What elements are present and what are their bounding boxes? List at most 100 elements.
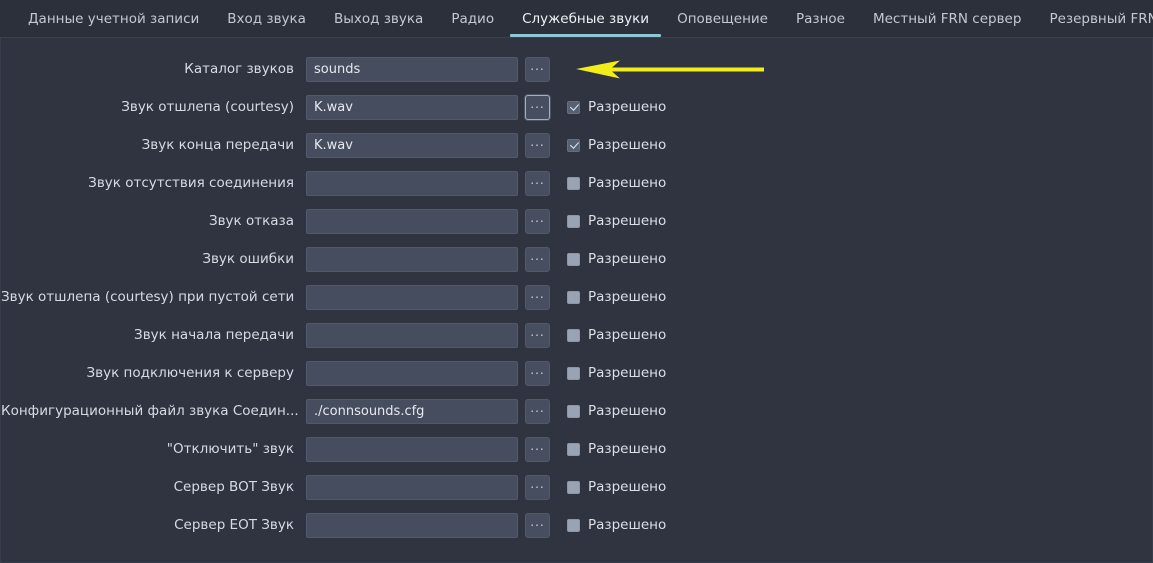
enabled-checkbox[interactable]: Разрешено	[567, 175, 666, 191]
tab-4[interactable]: Служебные звуки	[508, 0, 663, 37]
checkbox-unchecked-icon[interactable]	[567, 177, 580, 190]
form-row: Звук отшлепа (courtesy) при пустой сети.…	[1, 278, 1153, 316]
browse-button[interactable]: ...	[525, 323, 550, 348]
browse-button[interactable]: ...	[525, 95, 550, 120]
browse-button[interactable]: ...	[525, 133, 550, 158]
ellipsis-icon: ...	[530, 442, 544, 450]
path-input[interactable]: K.wav	[306, 133, 518, 158]
checkbox-label: Разрешено	[588, 99, 666, 115]
checkbox-label: Разрешено	[588, 175, 666, 191]
ellipsis-icon: ...	[530, 214, 544, 222]
browse-button[interactable]: ...	[525, 437, 550, 462]
tab-label: Радио	[451, 11, 494, 27]
tab-8[interactable]: Резервный FRN сервер	[1035, 0, 1153, 37]
browse-button[interactable]: ...	[525, 209, 550, 234]
checkbox-unchecked-icon[interactable]	[567, 443, 580, 456]
checkbox-checked-icon[interactable]	[567, 101, 580, 114]
tab-label: Вход звука	[227, 11, 306, 27]
checkbox-label: Разрешено	[588, 365, 666, 381]
enabled-checkbox[interactable]: Разрешено	[567, 251, 666, 267]
row-label: Звук ошибки	[1, 251, 306, 267]
browse-button[interactable]: ...	[525, 361, 550, 386]
tab-2[interactable]: Выход звука	[320, 0, 437, 37]
checkbox-checked-icon[interactable]	[567, 139, 580, 152]
checkbox-label: Разрешено	[588, 327, 666, 343]
row-label: Звук начала передачи	[1, 327, 306, 343]
tab-3[interactable]: Радио	[437, 0, 508, 37]
path-input[interactable]	[306, 361, 518, 386]
checkbox-unchecked-icon[interactable]	[567, 291, 580, 304]
enabled-checkbox[interactable]: Разрешено	[567, 327, 666, 343]
tab-0[interactable]: Данные учетной записи	[14, 0, 213, 37]
ellipsis-icon: ...	[530, 518, 544, 526]
enabled-checkbox[interactable]: Разрешено	[567, 479, 666, 495]
checkbox-label: Разрешено	[588, 137, 666, 153]
checkbox-unchecked-icon[interactable]	[567, 519, 580, 532]
browse-button[interactable]: ...	[525, 475, 550, 500]
ellipsis-icon: ...	[530, 62, 544, 70]
browse-button[interactable]: ...	[525, 247, 550, 272]
tab-7[interactable]: Местный FRN сервер	[859, 0, 1035, 37]
tab-6[interactable]: Разное	[782, 0, 859, 37]
enabled-checkbox[interactable]: Разрешено	[567, 517, 666, 533]
sound-settings-form: Каталог звуковsounds...Звук отшлепа (cou…	[1, 50, 1153, 544]
row-label: Звук конца передачи	[1, 137, 306, 153]
checkbox-label: Разрешено	[588, 441, 666, 457]
path-input[interactable]	[306, 209, 518, 234]
checkbox-unchecked-icon[interactable]	[567, 329, 580, 342]
browse-button[interactable]: ...	[525, 57, 550, 82]
ellipsis-icon: ...	[530, 480, 544, 488]
path-input[interactable]	[306, 285, 518, 310]
form-row: Звук отшлепа (courtesy)K.wav... Разрешено	[1, 88, 1153, 126]
tab-label: Резервный FRN сервер	[1049, 11, 1153, 27]
checkbox-unchecked-icon[interactable]	[567, 481, 580, 494]
ellipsis-icon: ...	[530, 176, 544, 184]
browse-button[interactable]: ...	[525, 399, 550, 424]
path-input[interactable]	[306, 171, 518, 196]
form-row: "Отключить" звук...Разрешено	[1, 430, 1153, 468]
path-input[interactable]	[306, 323, 518, 348]
form-row: Сервер BOT Звук...Разрешено	[1, 468, 1153, 506]
ellipsis-icon: ...	[530, 328, 544, 336]
checkbox-unchecked-icon[interactable]	[567, 253, 580, 266]
form-row: Каталог звуковsounds...	[1, 50, 1153, 88]
checkbox-unchecked-icon[interactable]	[567, 367, 580, 380]
path-input[interactable]: ./connsounds.cfg	[306, 399, 518, 424]
ellipsis-icon: ...	[530, 252, 544, 260]
path-input[interactable]: sounds	[306, 57, 518, 82]
row-label: Звук отказа	[1, 213, 306, 229]
enabled-checkbox[interactable]: Разрешено	[567, 289, 666, 305]
enabled-checkbox[interactable]: Разрешено	[567, 441, 666, 457]
checkbox-unchecked-icon[interactable]	[567, 215, 580, 228]
enabled-checkbox[interactable]: Разрешено	[567, 137, 666, 153]
path-input[interactable]	[306, 513, 518, 538]
row-label: Конфигурационный файл звука Соедин...	[1, 403, 306, 419]
path-input[interactable]: K.wav	[306, 95, 518, 120]
browse-button[interactable]: ...	[525, 513, 550, 538]
settings-panel: Каталог звуковsounds...Звук отшлепа (cou…	[0, 38, 1153, 563]
ellipsis-icon: ...	[530, 100, 544, 108]
checkbox-unchecked-icon[interactable]	[567, 405, 580, 418]
path-input[interactable]	[306, 247, 518, 272]
checkbox-label: Разрешено	[588, 213, 666, 229]
form-row: Звук ошибки... Разрешено	[1, 240, 1153, 278]
checkbox-label: Разрешено	[588, 251, 666, 267]
row-label: Звук отсутствия соединения	[1, 175, 306, 191]
ellipsis-icon: ...	[530, 404, 544, 412]
row-label: Сервер EOT Звук	[1, 517, 306, 533]
path-input[interactable]	[306, 475, 518, 500]
path-input[interactable]	[306, 437, 518, 462]
row-label: Звук отшлепа (courtesy)	[1, 99, 306, 115]
tab-bar: Данные учетной записи Вход звука Выход зву…	[0, 0, 1153, 38]
enabled-checkbox[interactable]: Разрешено	[567, 365, 666, 381]
tab-5[interactable]: Оповещение	[663, 0, 782, 37]
enabled-checkbox[interactable]: Разрешено	[567, 99, 666, 115]
form-row: Конфигурационный файл звука Соедин..../c…	[1, 392, 1153, 430]
settings-window: Данные учетной записи Вход звука Выход зву…	[0, 0, 1153, 563]
browse-button[interactable]: ...	[525, 171, 550, 196]
tab-1[interactable]: Вход звука	[213, 0, 320, 37]
enabled-checkbox[interactable]: Разрешено	[567, 403, 666, 419]
enabled-checkbox[interactable]: Разрешено	[567, 213, 666, 229]
row-label: Звук подключения к серверу	[1, 365, 306, 381]
browse-button[interactable]: ...	[525, 285, 550, 310]
